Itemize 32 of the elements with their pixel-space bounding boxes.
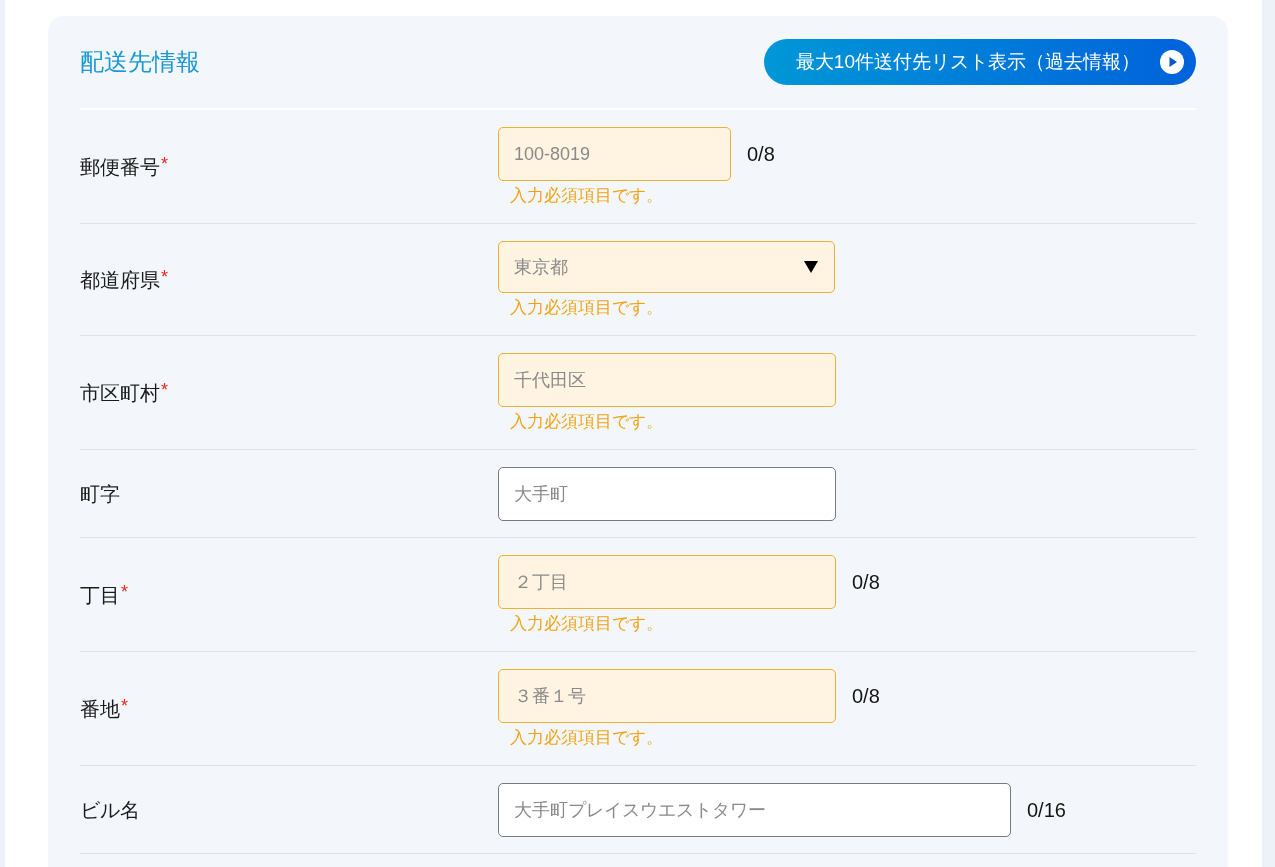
- text-input-field[interactable]: 100-8019: [498, 127, 731, 181]
- required-mark: *: [161, 266, 168, 288]
- text-input-field[interactable]: ２丁目: [498, 555, 836, 609]
- required-mark: *: [161, 379, 168, 401]
- text-input-field[interactable]: 千代田区: [498, 353, 836, 407]
- error-message: 入力必須項目です。: [510, 297, 663, 319]
- field-label: 郵便番号: [80, 154, 160, 180]
- character-counter: 0/8: [852, 570, 880, 594]
- field-label: 丁目: [80, 582, 120, 608]
- error-message: 入力必須項目です。: [510, 727, 663, 749]
- character-counter: 0/8: [852, 684, 880, 708]
- field-label: 番地: [80, 696, 120, 722]
- required-mark: *: [161, 153, 168, 175]
- character-counter: 0/8: [747, 142, 775, 166]
- error-message: 入力必須項目です。: [510, 613, 663, 635]
- field-label: 町字: [80, 481, 120, 507]
- select-field[interactable]: 東京都: [498, 241, 835, 293]
- text-input-field[interactable]: ３番１号: [498, 669, 836, 723]
- field-label: 市区町村: [80, 380, 160, 406]
- caret-icon: [804, 261, 818, 273]
- required-mark: *: [121, 581, 128, 603]
- text-input-field[interactable]: 大手町プレイスウエストタワー: [498, 783, 1011, 837]
- field-label: 都道府県: [80, 267, 160, 293]
- field-label: ビル名: [80, 797, 140, 823]
- required-mark: *: [121, 695, 128, 717]
- character-counter: 0/16: [1027, 798, 1066, 822]
- error-message: 入力必須項目です。: [510, 185, 663, 207]
- play-icon: [1160, 50, 1184, 74]
- text-input-field[interactable]: 大手町: [498, 467, 836, 521]
- history-list-button[interactable]: 最大10件送付先リスト表示（過去情報）: [764, 39, 1196, 85]
- section-title: 配送先情報: [80, 47, 200, 77]
- error-message: 入力必須項目です。: [510, 411, 663, 433]
